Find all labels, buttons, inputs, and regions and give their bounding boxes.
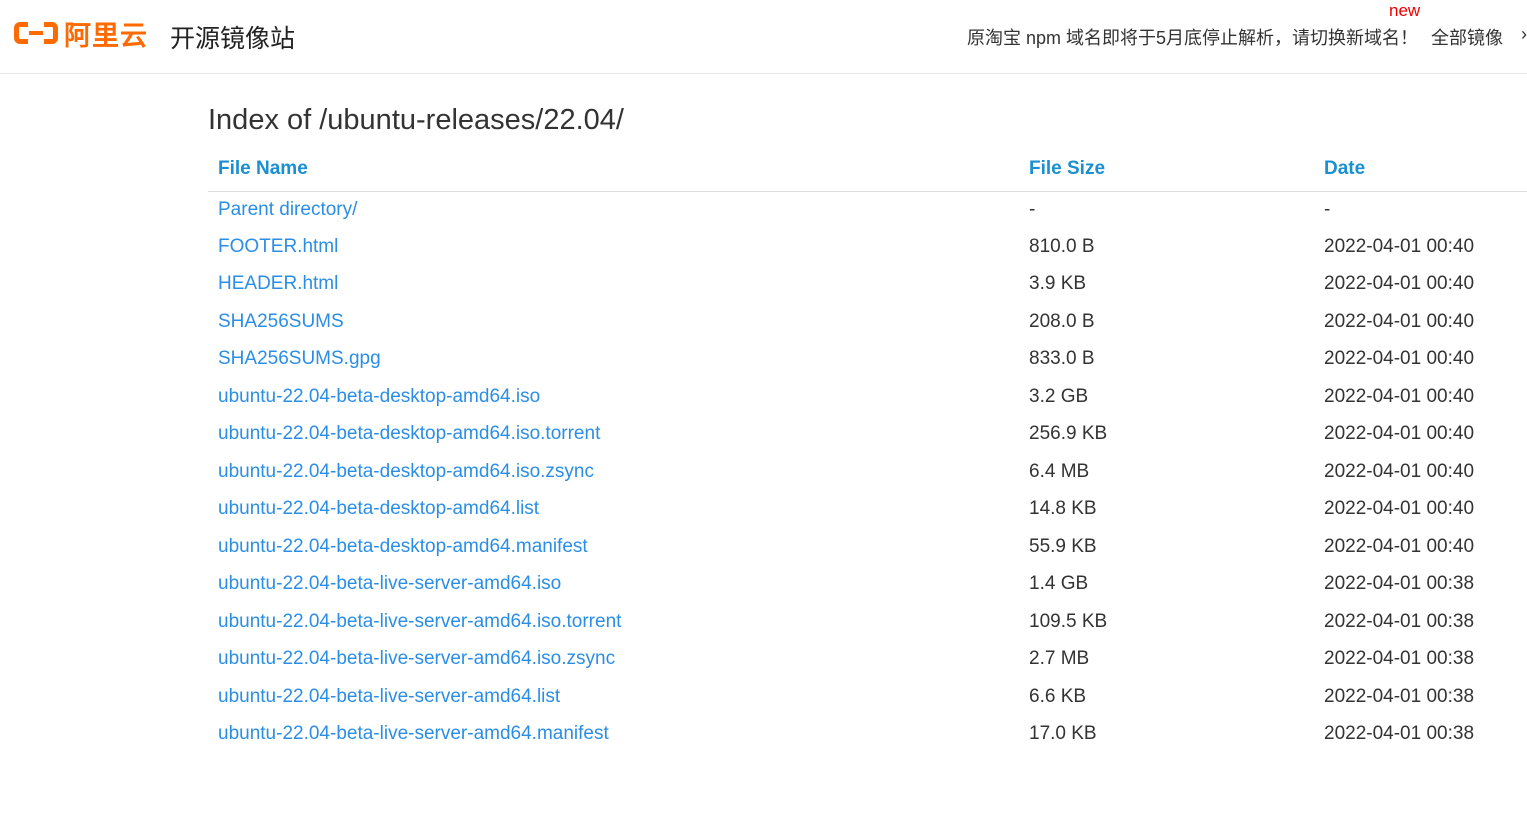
page-title: Index of /ubuntu-releases/22.04/ — [208, 104, 624, 136]
file-date-cell: 2022-04-01 00:40 — [1324, 535, 1475, 557]
file-link[interactable]: ubuntu-22.04-beta-live-server-amd64.mani… — [218, 723, 609, 744]
top-navbar: 阿里云 开源镜像站 原淘宝 npm 域名即将于5月底停止解析，请切换新域名！ n… — [0, 0, 1527, 74]
file-name-cell: ubuntu-22.04-beta-desktop-amd64.iso.torr… — [208, 416, 1019, 454]
file-size-cell: 17.0 KB — [1029, 723, 1097, 745]
file-link[interactable]: SHA256SUMS.gpg — [218, 348, 381, 369]
parent-directory-link[interactable]: Parent directory/ — [218, 199, 357, 220]
file-name-cell: ubuntu-22.04-beta-live-server-amd64.list — [208, 678, 1019, 716]
aliyun-logo-icon — [14, 19, 58, 47]
table-row: ubuntu-22.04-beta-desktop-amd64.iso 3.2 G… — [208, 378, 1527, 416]
file-link[interactable]: SHA256SUMS — [218, 311, 344, 332]
file-date-cell: 2022-04-01 00:40 — [1324, 460, 1475, 482]
aliyun-logo[interactable]: 阿里云 — [14, 16, 148, 51]
table-row: ubuntu-22.04-beta-live-server-amd64.mani… — [208, 716, 1527, 754]
file-name-cell: HEADER.html — [208, 266, 1019, 304]
file-size-cell: 3.2 GB — [1029, 385, 1089, 407]
file-size-cell: 3.9 KB — [1029, 273, 1087, 295]
file-name-cell: ubuntu-22.04-beta-desktop-amd64.list — [208, 491, 1019, 529]
file-date-cell: 2022-04-01 00:38 — [1324, 723, 1475, 745]
table-row: HEADER.html 3.9 KB 2022-04-01 00:40 — [208, 266, 1527, 304]
file-name-cell: ubuntu-22.04-beta-live-server-amd64.iso.… — [208, 603, 1019, 641]
table-row: ubuntu-22.04-beta-desktop-amd64.iso.torr… — [208, 416, 1527, 454]
table-row: ubuntu-22.04-beta-live-server-amd64.iso.… — [208, 603, 1527, 641]
file-date-cell: 2022-04-01 00:38 — [1324, 685, 1475, 707]
nav-overflow-item[interactable]: › — [1521, 24, 1527, 45]
file-date-cell: - — [1324, 199, 1331, 220]
file-name-cell: Parent directory/ — [208, 192, 1019, 229]
table-row: SHA256SUMS.gpg 833.0 B 2022-04-01 00:40 — [208, 341, 1527, 379]
file-date-cell: 2022-04-01 00:38 — [1324, 648, 1475, 670]
file-size-cell: 2.7 MB — [1029, 648, 1090, 670]
column-header-file-name[interactable]: File Name — [208, 146, 1019, 192]
file-link[interactable]: ubuntu-22.04-beta-desktop-amd64.list — [218, 498, 539, 519]
new-badge: new — [1389, 1, 1421, 20]
table-row: ubuntu-22.04-beta-desktop-amd64.list 14.8… — [208, 491, 1527, 529]
file-size-cell: 55.9 KB — [1029, 535, 1097, 557]
file-link[interactable]: ubuntu-22.04-beta-desktop-amd64.iso.torr… — [218, 423, 600, 444]
file-name-cell: SHA256SUMS — [208, 303, 1019, 341]
file-size-cell: 14.8 KB — [1029, 498, 1097, 520]
file-link[interactable]: ubuntu-22.04-beta-desktop-amd64.manifest — [218, 536, 588, 557]
file-name-cell: FOOTER.html — [208, 228, 1019, 266]
column-header-file-size[interactable]: File Size — [1019, 146, 1314, 192]
file-name-cell: SHA256SUMS.gpg — [208, 341, 1019, 379]
file-size-cell: 208.0 B — [1029, 310, 1095, 332]
npm-domain-notice-link[interactable]: 原淘宝 npm 域名即将于5月底停止解析，请切换新域名！ — [967, 24, 1418, 50]
all-mirrors-link[interactable]: 全部镜像 — [1431, 24, 1503, 50]
file-listing-table: File Name File Size Date Parent director… — [208, 146, 1527, 753]
file-size-cell: 810.0 B — [1029, 235, 1095, 257]
file-size-cell: 109.5 KB — [1029, 610, 1108, 632]
file-link[interactable]: ubuntu-22.04-beta-live-server-amd64.iso.… — [218, 648, 615, 669]
file-size-cell: 1.4 GB — [1029, 573, 1089, 595]
file-size-cell: 256.9 KB — [1029, 423, 1108, 445]
file-size-cell: 6.4 MB — [1029, 460, 1090, 482]
file-name-cell: ubuntu-22.04-beta-live-server-amd64.mani… — [208, 716, 1019, 754]
file-date-cell: 2022-04-01 00:38 — [1324, 573, 1475, 595]
site-title[interactable]: 开源镜像站 — [170, 19, 295, 55]
file-date-cell: 2022-04-01 00:40 — [1324, 310, 1475, 332]
file-link[interactable]: ubuntu-22.04-beta-live-server-amd64.list — [218, 686, 560, 707]
file-link[interactable]: ubuntu-22.04-beta-desktop-amd64.iso.zsyn… — [218, 461, 594, 482]
table-header-row: File Name File Size Date — [208, 146, 1527, 192]
table-row: ubuntu-22.04-beta-live-server-amd64.iso.… — [208, 641, 1527, 679]
file-date-cell: 2022-04-01 00:40 — [1324, 423, 1475, 445]
table-row: ubuntu-22.04-beta-live-server-amd64.list… — [208, 678, 1527, 716]
file-link[interactable]: HEADER.html — [218, 273, 338, 294]
table-row: ubuntu-22.04-beta-live-server-amd64.iso 1… — [208, 566, 1527, 604]
file-link[interactable]: FOOTER.html — [218, 236, 338, 257]
file-date-cell: 2022-04-01 00:38 — [1324, 610, 1475, 632]
file-date-cell: 2022-04-01 00:40 — [1324, 385, 1475, 407]
parent-directory-row: Parent directory/ - - — [208, 192, 1527, 229]
file-date-cell: 2022-04-01 00:40 — [1324, 498, 1475, 520]
file-name-cell: ubuntu-22.04-beta-desktop-amd64.iso.zsyn… — [208, 453, 1019, 491]
file-size-cell: 6.6 KB — [1029, 685, 1087, 707]
file-link[interactable]: ubuntu-22.04-beta-live-server-amd64.iso — [218, 573, 561, 594]
file-size-cell: - — [1029, 199, 1036, 220]
file-date-cell: 2022-04-01 00:40 — [1324, 273, 1475, 295]
column-header-date[interactable]: Date — [1314, 146, 1527, 192]
file-name-cell: ubuntu-22.04-beta-live-server-amd64.iso — [208, 566, 1019, 604]
file-name-cell: ubuntu-22.04-beta-desktop-amd64.iso — [208, 378, 1019, 416]
table-row: ubuntu-22.04-beta-desktop-amd64.iso.zsyn… — [208, 453, 1527, 491]
file-date-cell: 2022-04-01 00:40 — [1324, 348, 1475, 370]
file-size-cell: 833.0 B — [1029, 348, 1095, 370]
file-date-cell: 2022-04-01 00:40 — [1324, 235, 1475, 257]
file-name-cell: ubuntu-22.04-beta-desktop-amd64.manifest — [208, 528, 1019, 566]
table-row: SHA256SUMS 208.0 B 2022-04-01 00:40 — [208, 303, 1527, 341]
file-link[interactable]: ubuntu-22.04-beta-desktop-amd64.iso — [218, 386, 540, 407]
logo-text: 阿里云 — [64, 20, 148, 51]
table-row: ubuntu-22.04-beta-desktop-amd64.manifest… — [208, 528, 1527, 566]
file-link[interactable]: ubuntu-22.04-beta-live-server-amd64.iso.… — [218, 611, 621, 632]
table-row: FOOTER.html 810.0 B 2022-04-01 00:40 — [208, 228, 1527, 266]
file-name-cell: ubuntu-22.04-beta-live-server-amd64.iso.… — [208, 641, 1019, 679]
